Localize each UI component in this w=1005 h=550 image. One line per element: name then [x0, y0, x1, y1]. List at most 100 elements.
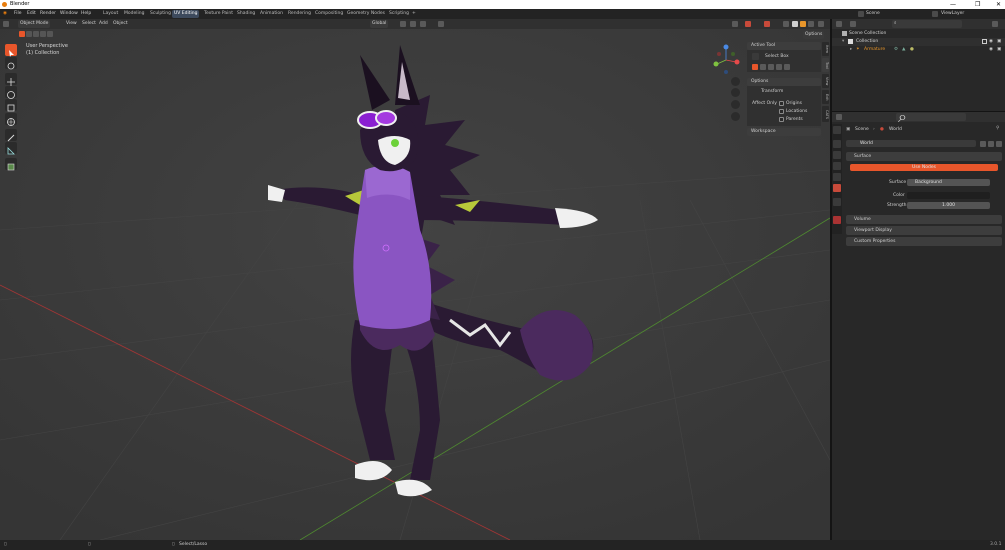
- exclude-checkbox[interactable]: [982, 39, 987, 44]
- workspace-tab-rendering[interactable]: Rendering: [286, 10, 313, 18]
- workspace-tab-layout[interactable]: Layout: [101, 10, 120, 18]
- origins-checkbox[interactable]: [779, 101, 784, 106]
- proportional-edit-icon[interactable]: [438, 21, 444, 27]
- scene-tab-icon[interactable]: [833, 173, 841, 181]
- annotate-tool[interactable]: [5, 129, 17, 142]
- volume-panel-header[interactable]: Volume: [846, 215, 1002, 224]
- mode-set-icon[interactable]: [752, 64, 758, 70]
- select-box-tool[interactable]: [5, 44, 17, 57]
- gizmo-neg-x-icon[interactable]: [717, 52, 721, 56]
- collection-tab-icon[interactable]: [833, 198, 841, 206]
- sidebar-tab-cats[interactable]: CATS: [822, 106, 829, 122]
- strength-field[interactable]: 1.000: [907, 202, 990, 209]
- cursor-tool[interactable]: [5, 57, 17, 70]
- output-tab-icon[interactable]: [833, 151, 841, 159]
- workspace-tab-geometry-nodes[interactable]: Geometry Nodes: [345, 10, 387, 18]
- viewlayer-selector[interactable]: ViewLayer: [941, 9, 964, 19]
- close-button[interactable]: ✕: [996, 0, 1001, 9]
- expand-arrow-icon[interactable]: ▸: [850, 46, 852, 54]
- shading-material-icon[interactable]: [800, 21, 806, 27]
- sidebar-tab-view[interactable]: View: [822, 74, 829, 88]
- transform-tool[interactable]: [5, 113, 17, 126]
- menu-edit[interactable]: Edit: [27, 9, 36, 19]
- mode-extend-icon[interactable]: [760, 64, 766, 70]
- move-tool[interactable]: [5, 73, 17, 86]
- select-intersect-icon[interactable]: [47, 31, 53, 37]
- color-swatch[interactable]: [907, 192, 990, 199]
- snap-icon[interactable]: [410, 21, 416, 27]
- gizmo-toggle-icon[interactable]: [745, 21, 751, 27]
- gizmo-y-icon[interactable]: [713, 61, 719, 67]
- gizmo-neg-y-icon[interactable]: [731, 52, 735, 56]
- add-cube-tool[interactable]: [5, 158, 17, 171]
- options-header[interactable]: Options: [747, 78, 821, 86]
- surface-shader-selector[interactable]: Background: [907, 179, 990, 186]
- zoom-icon[interactable]: [731, 77, 740, 86]
- display-mode-icon[interactable]: [850, 21, 856, 27]
- parents-checkbox[interactable]: [779, 117, 784, 122]
- menu-help[interactable]: Help: [81, 9, 91, 19]
- surface-panel-header[interactable]: Surface: [846, 152, 1002, 161]
- locations-checkbox[interactable]: [779, 109, 784, 114]
- perspective-toggle-icon[interactable]: [731, 112, 740, 121]
- viewport-display-panel-header[interactable]: Viewport Display: [846, 226, 1002, 235]
- measure-tool[interactable]: [5, 142, 17, 155]
- editor-type-icon[interactable]: [3, 21, 9, 27]
- camera-view-icon[interactable]: [731, 100, 740, 109]
- filter-icon[interactable]: [992, 21, 998, 27]
- rotate-tool[interactable]: [5, 86, 17, 99]
- sidebar-tab-item[interactable]: Item: [822, 42, 829, 56]
- viewlayer-icon[interactable]: [932, 11, 938, 17]
- unlink-icon[interactable]: [996, 141, 1002, 147]
- workspace-tab-shading[interactable]: Shading: [235, 10, 257, 18]
- select-mode-icon[interactable]: [19, 31, 25, 37]
- options-dropdown[interactable]: Options: [803, 31, 825, 39]
- custom-properties-panel-header[interactable]: Custom Properties: [846, 237, 1002, 246]
- transform-subheader[interactable]: Transform: [761, 89, 783, 94]
- outliner-row-armature[interactable]: ▸ ✶ Armature ⚙ ▲ ● ◉ ▣: [832, 46, 1005, 54]
- outliner-row-scene-collection[interactable]: Scene Collection: [832, 30, 1005, 38]
- mode-selector[interactable]: Object Mode: [18, 20, 51, 28]
- view-layer-tab-icon[interactable]: [833, 162, 841, 170]
- workspace-tab-modeling[interactable]: Modeling: [122, 10, 146, 18]
- workspace-tab-texture-paint[interactable]: Texture Paint: [202, 10, 235, 18]
- minimize-button[interactable]: —: [950, 0, 956, 9]
- duplicate-icon[interactable]: [988, 141, 994, 147]
- tool-tab-icon[interactable]: [833, 126, 841, 134]
- workspace-tab-compositing[interactable]: Compositing: [313, 10, 345, 18]
- pin-icon[interactable]: ⚲: [996, 126, 999, 131]
- mode-subtract-icon[interactable]: [768, 64, 774, 70]
- viewport-menu-view[interactable]: View: [66, 19, 77, 29]
- properties-editor-icon[interactable]: [836, 114, 842, 120]
- maximize-button[interactable]: ❐: [975, 0, 980, 9]
- shading-rendered-icon[interactable]: [808, 21, 814, 27]
- workspace-header[interactable]: Workspace: [747, 128, 821, 136]
- viewport-menu-object[interactable]: Object: [113, 19, 128, 29]
- scene-icon[interactable]: [858, 11, 864, 17]
- expand-arrow-icon[interactable]: ▾: [842, 38, 844, 46]
- transform-orientation[interactable]: Global: [370, 20, 389, 28]
- scale-tool[interactable]: [5, 99, 17, 112]
- camera-icon[interactable]: ▣: [997, 46, 1001, 54]
- menu-window[interactable]: Window: [60, 9, 78, 19]
- outliner-search[interactable]: ⌕: [892, 20, 962, 28]
- workspace-tab-uv-editing[interactable]: UV Editing: [172, 10, 200, 18]
- eye-icon[interactable]: ◉: [989, 46, 993, 54]
- shading-solid-icon[interactable]: [792, 21, 798, 27]
- workspace-tab-scripting[interactable]: Scripting: [387, 10, 411, 18]
- workspace-tab-animation[interactable]: Animation: [258, 10, 285, 18]
- render-tab-icon[interactable]: [833, 140, 841, 148]
- visibility-icon[interactable]: [732, 21, 738, 27]
- eye-icon[interactable]: ◉: [989, 38, 993, 46]
- menu-file[interactable]: File: [14, 9, 22, 19]
- 3d-viewport[interactable]: [0, 19, 830, 540]
- outliner-row-collection[interactable]: ▾ Collection ◉ ▣: [832, 38, 1005, 46]
- world-tab-icon[interactable]: [833, 184, 841, 192]
- snap-target-icon[interactable]: [420, 21, 426, 27]
- gizmo-x-icon[interactable]: [734, 59, 740, 65]
- select-invert-icon[interactable]: [40, 31, 46, 37]
- mode-intersect-icon[interactable]: [784, 64, 790, 70]
- sidebar-tab-edit[interactable]: Edit: [822, 90, 829, 104]
- viewport-menu-select[interactable]: Select: [82, 19, 96, 29]
- fake-user-icon[interactable]: [980, 141, 986, 147]
